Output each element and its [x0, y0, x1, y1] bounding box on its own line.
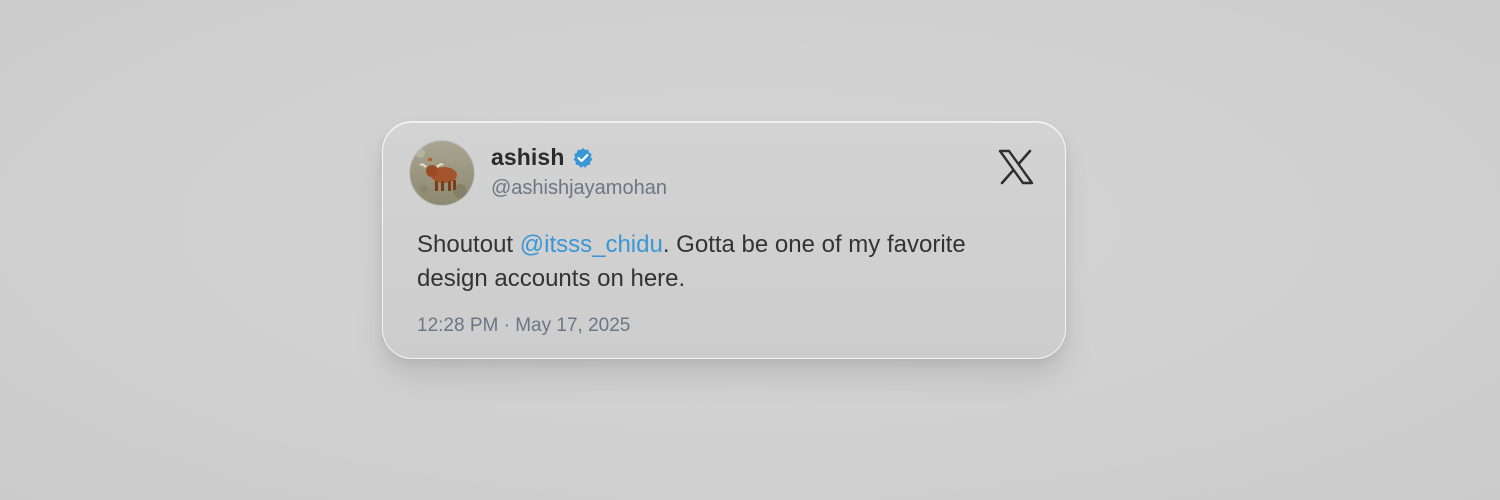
author-name-row: ashish [491, 144, 594, 171]
display-name[interactable]: ashish [491, 144, 564, 171]
author-handle[interactable]: @ashishjayamohan [491, 177, 667, 200]
tweet-timestamp[interactable]: 12:28 PM · May 17, 2025 [417, 315, 630, 337]
x-logo-icon[interactable] [998, 149, 1034, 185]
avatar[interactable] [410, 141, 474, 205]
avatar-photo-icon [410, 141, 474, 205]
tweet-text: Shoutout @itsss_chidu. Gotta be one of m… [417, 228, 1037, 296]
verified-badge-icon [574, 147, 593, 168]
tweet-card[interactable]: ashish @ashishjayamohan Shoutout @itsss_… [382, 121, 1066, 359]
tweet-text-before: Shoutout [417, 231, 520, 258]
mention-link[interactable]: @itsss_chidu [520, 231, 663, 258]
